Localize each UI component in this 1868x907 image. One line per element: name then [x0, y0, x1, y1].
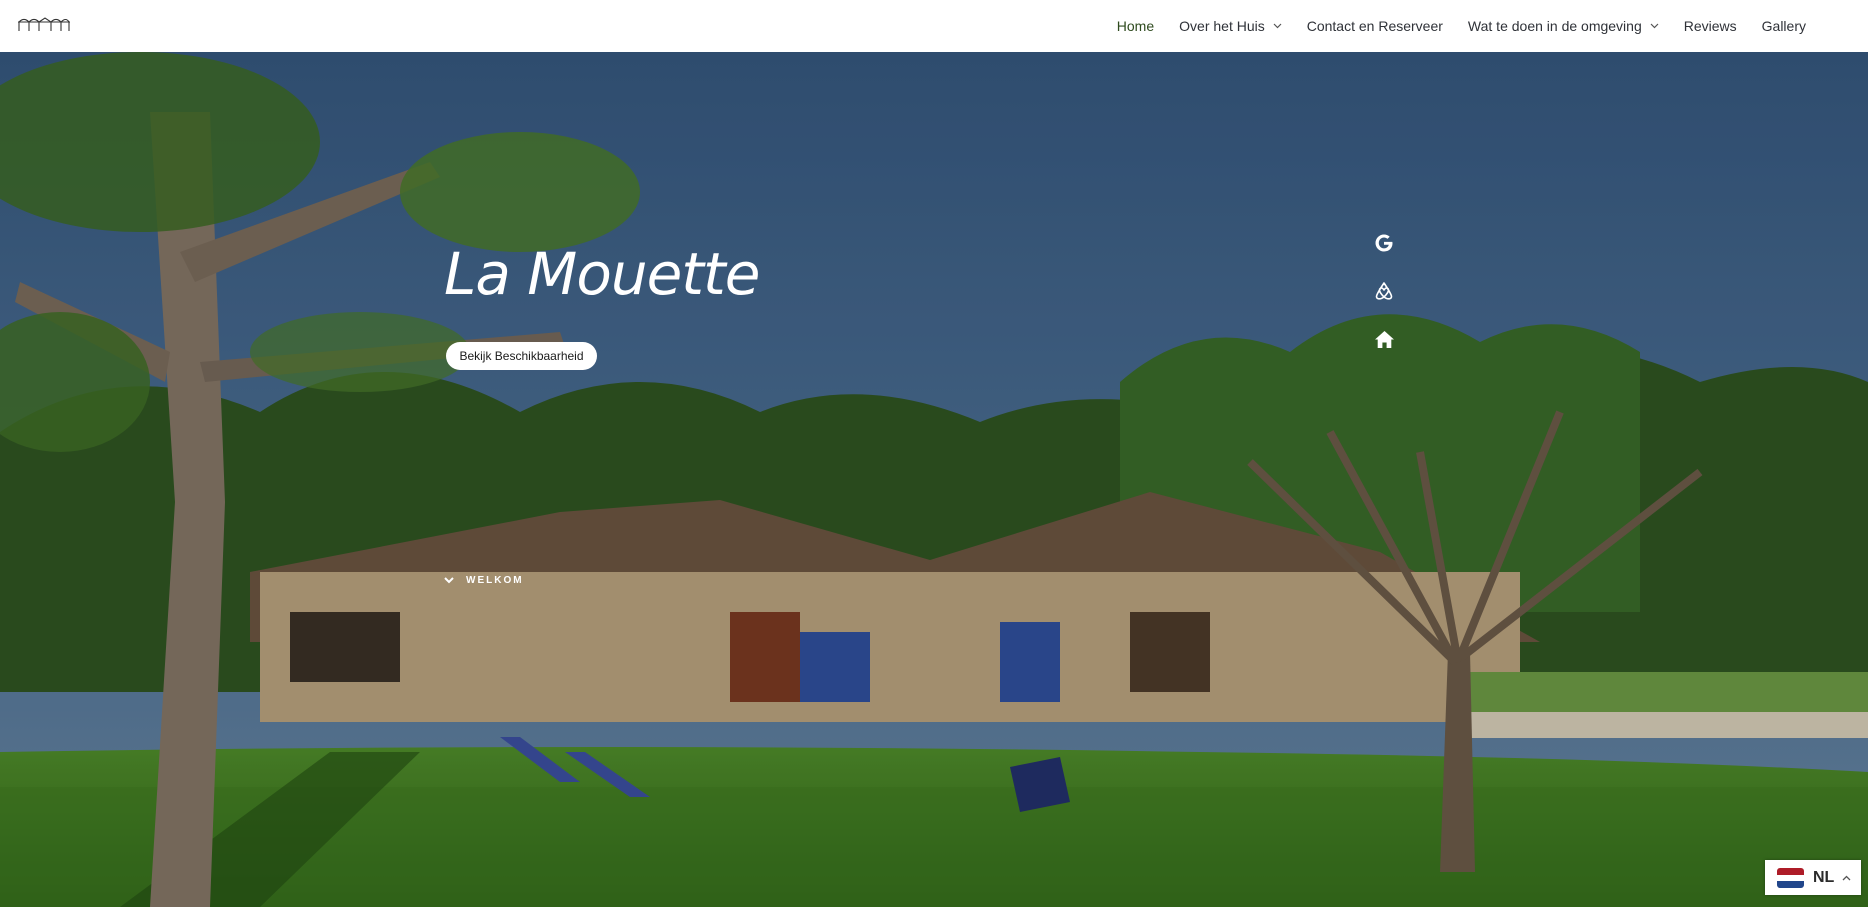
language-switcher[interactable]: NL	[1765, 860, 1861, 895]
nav-over-het-huis[interactable]: Over het Huis	[1179, 18, 1282, 34]
nav-contact[interactable]: Contact en Reserveer	[1307, 18, 1443, 34]
nav-reviews-label: Reviews	[1683, 18, 1737, 34]
chevron-up-icon	[1842, 875, 1851, 880]
chevron-down-icon	[1650, 23, 1659, 29]
nav-home[interactable]: Home	[1117, 18, 1154, 34]
nav-over-het-huis-label: Over het Huis	[1179, 18, 1265, 34]
check-availability-button[interactable]: Bekijk Beschikbaarheid	[446, 342, 597, 370]
nav-omgeving[interactable]: Wat te doen in de omgeving	[1468, 18, 1659, 34]
hero-section: La Mouette Bekijk Beschikbaarheid WELKOM	[0, 52, 1868, 907]
scroll-down-welkom[interactable]: WELKOM	[444, 575, 524, 586]
home-link[interactable]	[1371, 326, 1397, 352]
nav-home-label: Home	[1116, 18, 1155, 34]
netherlands-flag-icon	[1777, 867, 1804, 888]
airbnb-icon	[1375, 282, 1393, 300]
site-header: Home Over het Huis Contact en Reserveer …	[0, 0, 1868, 52]
nav-reviews[interactable]: Reviews	[1684, 18, 1737, 34]
main-nav: Home Over het Huis Contact en Reserveer …	[1092, 0, 1806, 52]
home-icon	[1374, 330, 1394, 348]
nav-omgeving-label: Wat te doen in de omgeving	[1467, 18, 1642, 34]
chevron-down-icon	[1273, 23, 1282, 29]
welkom-label: WELKOM	[466, 575, 524, 586]
google-icon	[1375, 234, 1393, 252]
logo[interactable]	[18, 16, 70, 32]
language-code: NL	[1813, 868, 1835, 886]
nav-contact-label: Contact en Reserveer	[1306, 18, 1443, 34]
airbnb-link[interactable]	[1371, 278, 1397, 304]
nav-gallery[interactable]: Gallery	[1762, 18, 1806, 34]
hero-title: La Mouette	[444, 240, 760, 308]
nav-gallery-label: Gallery	[1761, 18, 1806, 34]
google-link[interactable]	[1371, 230, 1397, 256]
chevron-down-icon	[444, 577, 454, 584]
hero-background-image	[0, 52, 1868, 907]
